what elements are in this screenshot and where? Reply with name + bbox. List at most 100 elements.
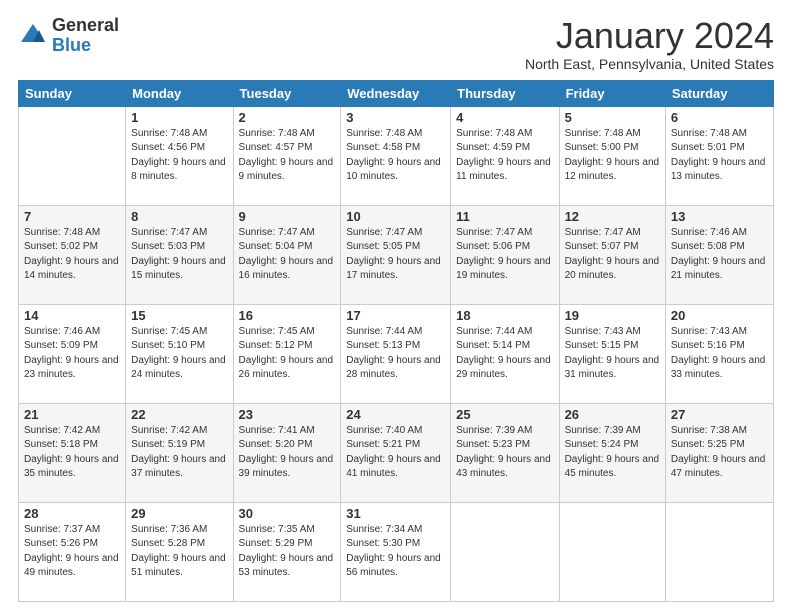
daylight-text: Daylight: 9 hours and 9 minutes. — [239, 157, 334, 183]
daylight-text: Daylight: 9 hours and 11 minutes. — [456, 157, 551, 183]
cell-info: Sunrise: 7:47 AM Sunset: 5:05 PM Dayligh… — [346, 226, 445, 284]
day-number: 7 — [24, 209, 120, 224]
daylight-text: Daylight: 9 hours and 37 minutes. — [131, 454, 226, 480]
day-number: 23 — [239, 407, 336, 422]
day-number: 27 — [671, 407, 768, 422]
daylight-text: Daylight: 9 hours and 51 minutes. — [131, 553, 226, 579]
cell-info: Sunrise: 7:48 AM Sunset: 5:01 PM Dayligh… — [671, 127, 768, 185]
sunrise-text: Sunrise: 7:48 AM — [565, 128, 641, 139]
daylight-text: Daylight: 9 hours and 12 minutes. — [565, 157, 660, 183]
cell-info: Sunrise: 7:47 AM Sunset: 5:04 PM Dayligh… — [239, 226, 336, 284]
calendar-week-1: 7 Sunrise: 7:48 AM Sunset: 5:02 PM Dayli… — [19, 205, 774, 304]
logo: General Blue — [18, 16, 119, 56]
cell-info: Sunrise: 7:39 AM Sunset: 5:23 PM Dayligh… — [456, 424, 553, 482]
calendar-cell: 11 Sunrise: 7:47 AM Sunset: 5:06 PM Dayl… — [451, 205, 559, 304]
calendar-cell: 20 Sunrise: 7:43 AM Sunset: 5:16 PM Dayl… — [665, 304, 773, 403]
calendar-week-4: 28 Sunrise: 7:37 AM Sunset: 5:26 PM Dayl… — [19, 502, 774, 601]
sunset-text: Sunset: 5:12 PM — [239, 340, 313, 351]
sunset-text: Sunset: 5:00 PM — [565, 142, 639, 153]
daylight-text: Daylight: 9 hours and 43 minutes. — [456, 454, 551, 480]
day-number: 21 — [24, 407, 120, 422]
cell-info: Sunrise: 7:41 AM Sunset: 5:20 PM Dayligh… — [239, 424, 336, 482]
calendar-cell: 8 Sunrise: 7:47 AM Sunset: 5:03 PM Dayli… — [126, 205, 233, 304]
logo-icon — [18, 21, 48, 51]
daylight-text: Daylight: 9 hours and 31 minutes. — [565, 355, 660, 381]
cell-info: Sunrise: 7:44 AM Sunset: 5:13 PM Dayligh… — [346, 325, 445, 383]
cell-info: Sunrise: 7:48 AM Sunset: 4:56 PM Dayligh… — [131, 127, 227, 185]
daylight-text: Daylight: 9 hours and 49 minutes. — [24, 553, 119, 579]
calendar-cell: 4 Sunrise: 7:48 AM Sunset: 4:59 PM Dayli… — [451, 106, 559, 205]
cell-info: Sunrise: 7:43 AM Sunset: 5:16 PM Dayligh… — [671, 325, 768, 383]
day-number: 8 — [131, 209, 227, 224]
sunset-text: Sunset: 5:04 PM — [239, 241, 313, 252]
daylight-text: Daylight: 9 hours and 35 minutes. — [24, 454, 119, 480]
sunset-text: Sunset: 5:20 PM — [239, 439, 313, 450]
day-number: 11 — [456, 209, 553, 224]
daylight-text: Daylight: 9 hours and 16 minutes. — [239, 256, 334, 282]
cell-info: Sunrise: 7:36 AM Sunset: 5:28 PM Dayligh… — [131, 523, 227, 581]
cell-info: Sunrise: 7:44 AM Sunset: 5:14 PM Dayligh… — [456, 325, 553, 383]
cell-info: Sunrise: 7:43 AM Sunset: 5:15 PM Dayligh… — [565, 325, 660, 383]
day-number: 1 — [131, 110, 227, 125]
location-title: North East, Pennsylvania, United States — [525, 56, 774, 72]
sunrise-text: Sunrise: 7:37 AM — [24, 524, 100, 535]
calendar-week-0: 1 Sunrise: 7:48 AM Sunset: 4:56 PM Dayli… — [19, 106, 774, 205]
sunrise-text: Sunrise: 7:46 AM — [24, 326, 100, 337]
daylight-text: Daylight: 9 hours and 8 minutes. — [131, 157, 226, 183]
sunrise-text: Sunrise: 7:43 AM — [565, 326, 641, 337]
header-monday: Monday — [126, 80, 233, 106]
day-number: 13 — [671, 209, 768, 224]
cell-info: Sunrise: 7:47 AM Sunset: 5:03 PM Dayligh… — [131, 226, 227, 284]
day-number: 25 — [456, 407, 553, 422]
sunset-text: Sunset: 5:16 PM — [671, 340, 745, 351]
calendar-cell: 5 Sunrise: 7:48 AM Sunset: 5:00 PM Dayli… — [559, 106, 665, 205]
day-number: 24 — [346, 407, 445, 422]
sunset-text: Sunset: 4:59 PM — [456, 142, 530, 153]
cell-info: Sunrise: 7:34 AM Sunset: 5:30 PM Dayligh… — [346, 523, 445, 581]
weekday-header-row: Sunday Monday Tuesday Wednesday Thursday… — [19, 80, 774, 106]
calendar-cell: 19 Sunrise: 7:43 AM Sunset: 5:15 PM Dayl… — [559, 304, 665, 403]
day-number: 20 — [671, 308, 768, 323]
daylight-text: Daylight: 9 hours and 56 minutes. — [346, 553, 441, 579]
sunset-text: Sunset: 5:07 PM — [565, 241, 639, 252]
calendar-cell: 14 Sunrise: 7:46 AM Sunset: 5:09 PM Dayl… — [19, 304, 126, 403]
cell-info: Sunrise: 7:48 AM Sunset: 5:02 PM Dayligh… — [24, 226, 120, 284]
cell-info: Sunrise: 7:45 AM Sunset: 5:12 PM Dayligh… — [239, 325, 336, 383]
daylight-text: Daylight: 9 hours and 33 minutes. — [671, 355, 766, 381]
day-number: 4 — [456, 110, 553, 125]
calendar-cell: 29 Sunrise: 7:36 AM Sunset: 5:28 PM Dayl… — [126, 502, 233, 601]
cell-info: Sunrise: 7:46 AM Sunset: 5:08 PM Dayligh… — [671, 226, 768, 284]
header-saturday: Saturday — [665, 80, 773, 106]
day-number: 10 — [346, 209, 445, 224]
day-number: 29 — [131, 506, 227, 521]
sunrise-text: Sunrise: 7:42 AM — [24, 425, 100, 436]
calendar-cell: 27 Sunrise: 7:38 AM Sunset: 5:25 PM Dayl… — [665, 403, 773, 502]
sunset-text: Sunset: 5:02 PM — [24, 241, 98, 252]
calendar-cell: 16 Sunrise: 7:45 AM Sunset: 5:12 PM Dayl… — [233, 304, 341, 403]
calendar-cell: 2 Sunrise: 7:48 AM Sunset: 4:57 PM Dayli… — [233, 106, 341, 205]
cell-info: Sunrise: 7:47 AM Sunset: 5:07 PM Dayligh… — [565, 226, 660, 284]
day-number: 30 — [239, 506, 336, 521]
sunset-text: Sunset: 5:13 PM — [346, 340, 420, 351]
daylight-text: Daylight: 9 hours and 24 minutes. — [131, 355, 226, 381]
calendar-cell: 24 Sunrise: 7:40 AM Sunset: 5:21 PM Dayl… — [341, 403, 451, 502]
sunrise-text: Sunrise: 7:44 AM — [346, 326, 422, 337]
calendar-cell — [19, 106, 126, 205]
sunrise-text: Sunrise: 7:48 AM — [671, 128, 747, 139]
cell-info: Sunrise: 7:37 AM Sunset: 5:26 PM Dayligh… — [24, 523, 120, 581]
cell-info: Sunrise: 7:35 AM Sunset: 5:29 PM Dayligh… — [239, 523, 336, 581]
cell-info: Sunrise: 7:46 AM Sunset: 5:09 PM Dayligh… — [24, 325, 120, 383]
calendar-cell: 15 Sunrise: 7:45 AM Sunset: 5:10 PM Dayl… — [126, 304, 233, 403]
calendar-cell — [451, 502, 559, 601]
calendar-cell: 25 Sunrise: 7:39 AM Sunset: 5:23 PM Dayl… — [451, 403, 559, 502]
calendar-cell: 31 Sunrise: 7:34 AM Sunset: 5:30 PM Dayl… — [341, 502, 451, 601]
sunrise-text: Sunrise: 7:47 AM — [565, 227, 641, 238]
sunrise-text: Sunrise: 7:45 AM — [131, 326, 207, 337]
calendar-cell: 6 Sunrise: 7:48 AM Sunset: 5:01 PM Dayli… — [665, 106, 773, 205]
daylight-text: Daylight: 9 hours and 23 minutes. — [24, 355, 119, 381]
calendar-cell: 26 Sunrise: 7:39 AM Sunset: 5:24 PM Dayl… — [559, 403, 665, 502]
sunrise-text: Sunrise: 7:47 AM — [239, 227, 315, 238]
sunset-text: Sunset: 5:24 PM — [565, 439, 639, 450]
calendar-cell: 30 Sunrise: 7:35 AM Sunset: 5:29 PM Dayl… — [233, 502, 341, 601]
day-number: 22 — [131, 407, 227, 422]
